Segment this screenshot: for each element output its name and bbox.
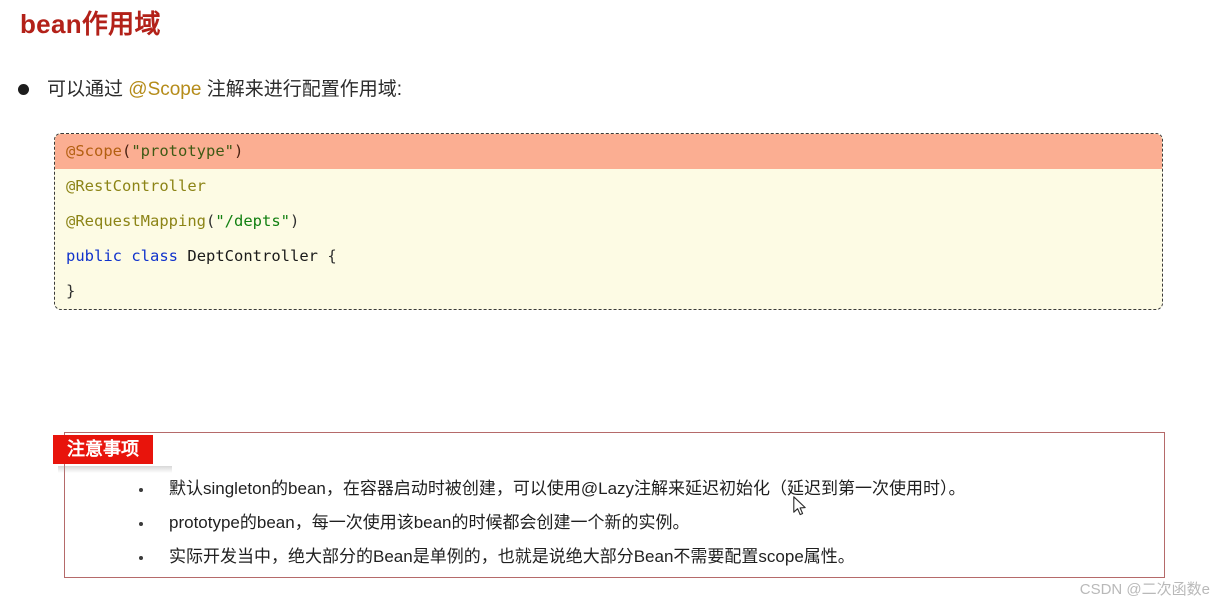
code-token-annotation: @RequestMapping [66, 212, 206, 230]
filled-circle-bullet-icon [18, 84, 29, 95]
code-token-punct: ) [234, 142, 244, 160]
watermark: CSDN @二次函数e [1079, 581, 1210, 598]
code-block: @Scope("prototype") @RestController @Reque… [54, 133, 1163, 310]
notice-badge-shadow [58, 466, 172, 473]
code-token-keyword: public [66, 247, 122, 265]
code-token-punct: ( [205, 212, 216, 230]
code-token-punct: { [318, 247, 337, 265]
notice-list: 默认singleton的bean，在容器启动时被创建，可以使用@Lazy注解来延… [139, 477, 966, 579]
code-token-annotation: @RestController [66, 177, 206, 195]
intro-text: 可以通过 @Scope 注解来进行配置作用域: [47, 80, 402, 99]
code-line: @RequestMapping("/depts") [55, 204, 1162, 239]
small-bullet-icon [139, 556, 143, 560]
notice-box: 默认singleton的bean，在容器启动时被创建，可以使用@Lazy注解来延… [64, 432, 1165, 578]
code-token-punct: ) [289, 212, 300, 230]
intro-bullet-row: 可以通过 @Scope 注解来进行配置作用域: [18, 80, 402, 99]
small-bullet-icon [139, 488, 143, 492]
code-token-punct [122, 247, 131, 265]
intro-highlight-scope: @Scope [128, 79, 202, 100]
code-line: public class DeptController { [55, 239, 1162, 274]
small-bullet-icon [139, 522, 143, 526]
notice-item-text: 默认singleton的bean，在容器启动时被创建，可以使用@Lazy注解来延… [169, 479, 966, 498]
intro-text-after: 注解来进行配置作用域: [201, 79, 403, 100]
code-token-punct: ( [122, 142, 132, 160]
notice-item-text: 实际开发当中，绝大部分的Bean是单例的，也就是说绝大部分Bean不需要配置sc… [169, 547, 855, 566]
notice-badge: 注意事项 [53, 435, 153, 464]
code-token-punct: } [66, 282, 76, 300]
code-token-type: DeptController [187, 247, 319, 265]
intro-text-before: 可以通过 [47, 79, 129, 100]
notice-list-item: 默认singleton的bean，在容器启动时被创建，可以使用@Lazy注解来延… [139, 477, 966, 511]
code-line: @RestController [55, 169, 1162, 204]
code-token-string: "prototype" [131, 142, 234, 160]
code-line: } [55, 274, 1162, 309]
code-token-string: "/depts" [215, 212, 290, 230]
code-line: @Scope("prototype") [55, 134, 1162, 169]
code-token-punct [178, 247, 187, 265]
page-title: bean作用域 [20, 9, 161, 39]
notice-list-item: prototype的bean，每一次使用该bean的时候都会创建一个新的实例。 [139, 511, 966, 545]
notice-list-item: 实际开发当中，绝大部分的Bean是单例的，也就是说绝大部分Bean不需要配置sc… [139, 545, 966, 579]
notice-item-text: prototype的bean，每一次使用该bean的时候都会创建一个新的实例。 [169, 513, 690, 532]
code-token-annotation: @Scope [66, 142, 122, 160]
code-token-keyword: class [131, 247, 179, 265]
